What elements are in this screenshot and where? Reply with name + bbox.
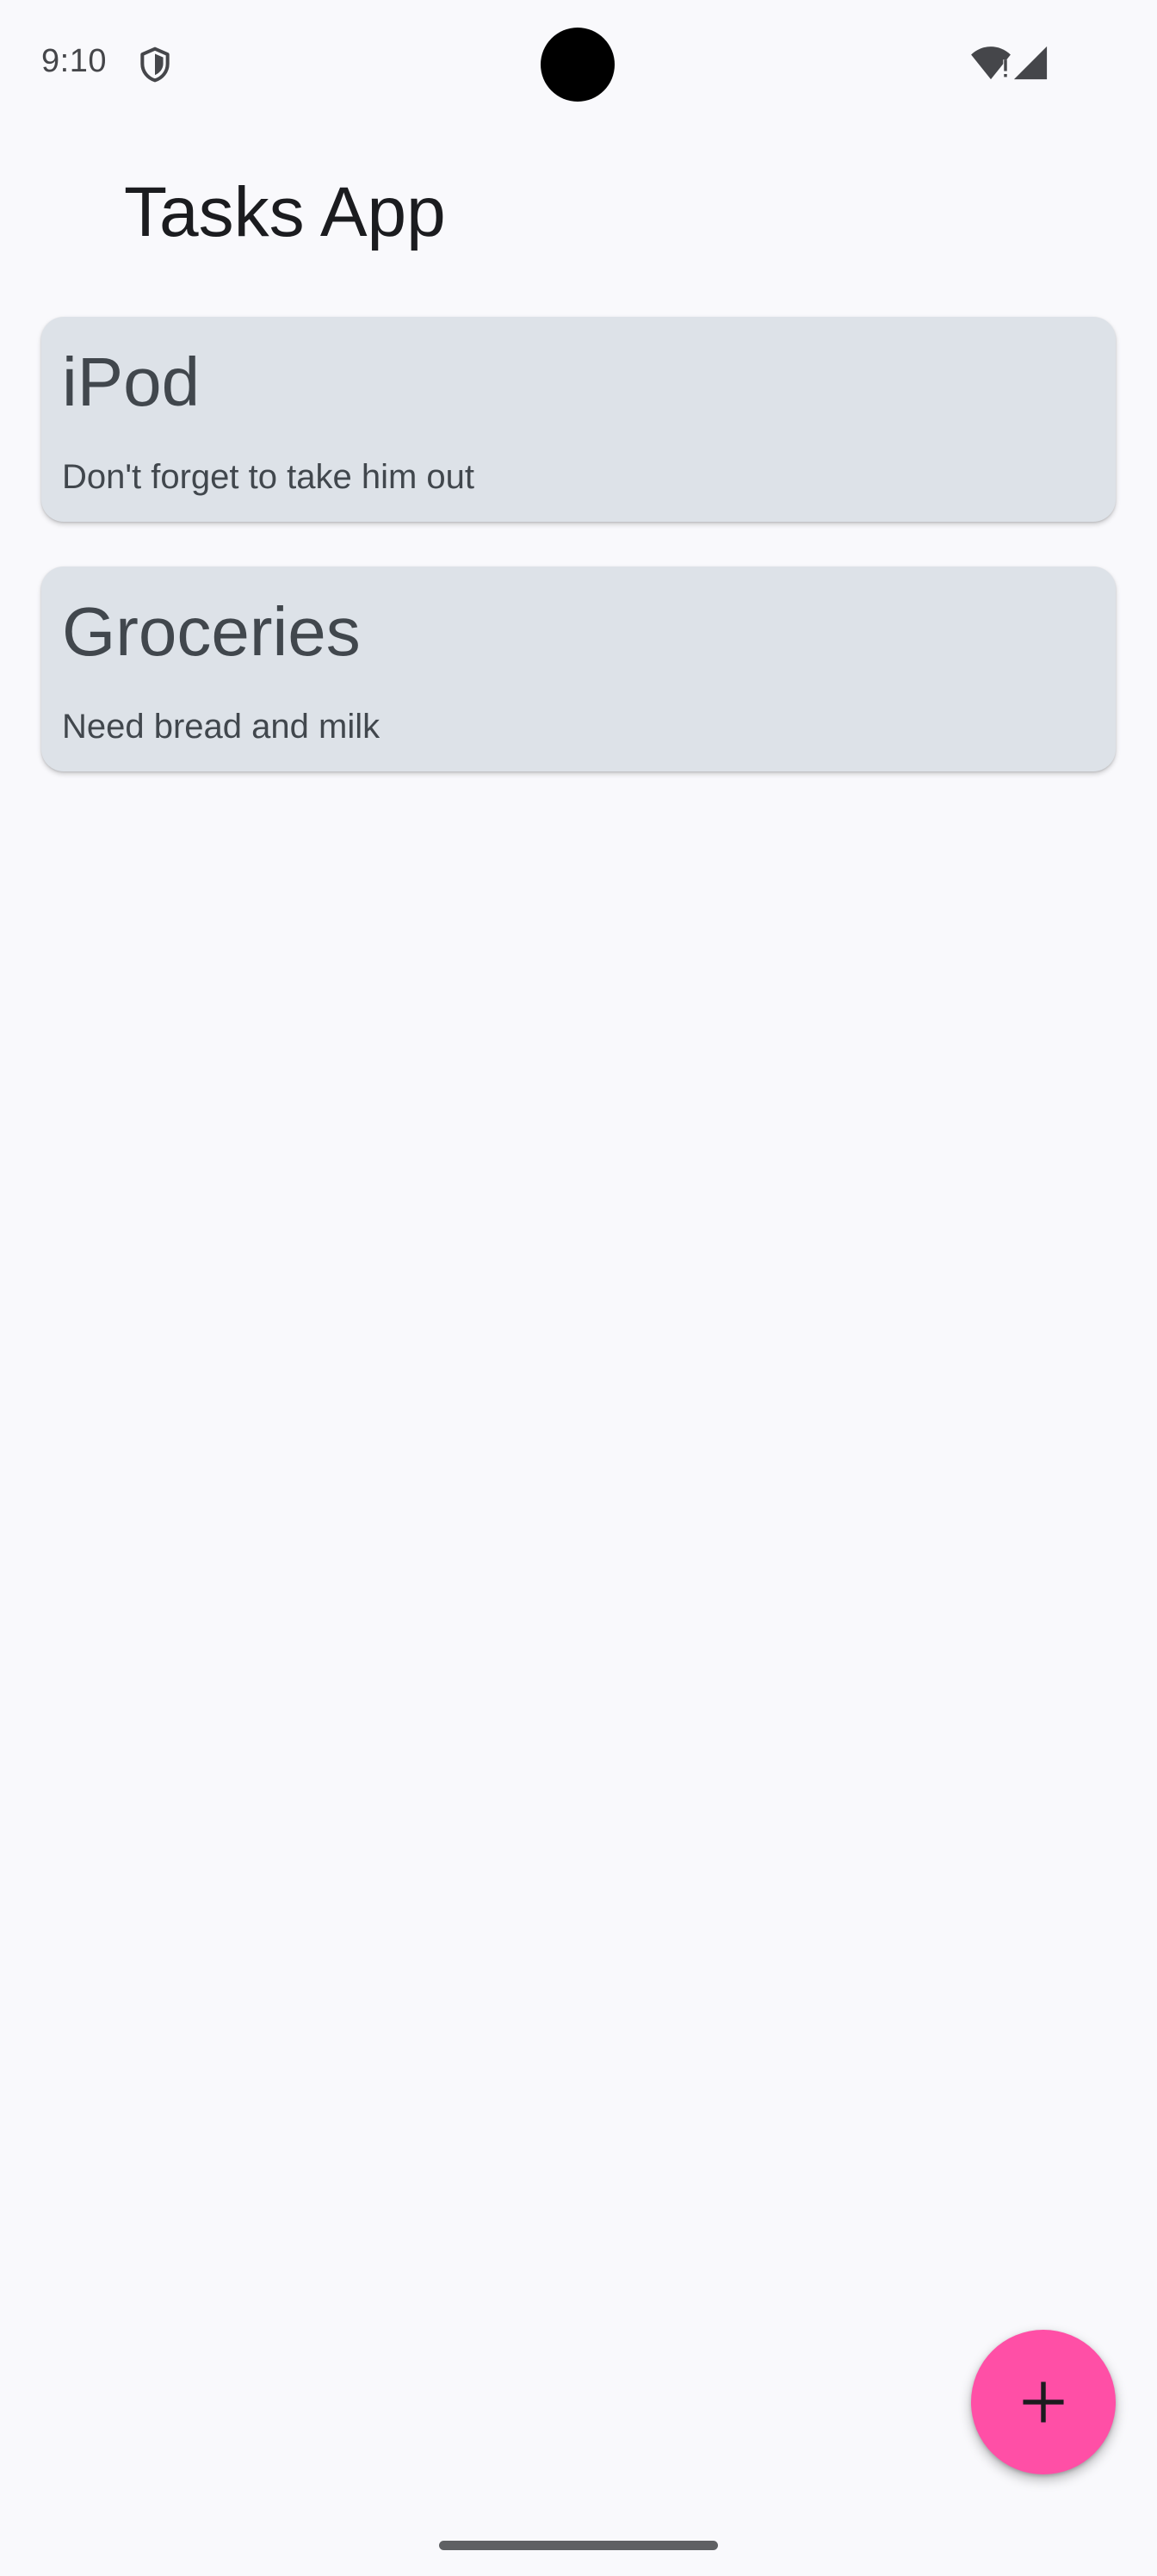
wifi-icon	[971, 46, 1011, 80]
task-card-ipod[interactable]: iPod Don't forget to take him out	[41, 317, 1116, 522]
task-list: iPod Don't forget to take him out Grocer…	[41, 317, 1116, 816]
camera-cutout	[541, 28, 615, 102]
task-title: iPod	[62, 344, 201, 420]
task-description: Don't forget to take him out	[62, 458, 475, 496]
app-title: Tasks App	[124, 173, 446, 251]
shield-icon	[140, 46, 170, 83]
task-title: Groceries	[62, 593, 361, 670]
plus-icon	[1023, 2381, 1064, 2423]
status-time: 9:10	[41, 43, 107, 79]
add-task-button[interactable]	[971, 2330, 1116, 2474]
signal-icon	[1013, 46, 1048, 80]
status-bar: 9:10	[0, 0, 1157, 129]
task-description: Need bread and milk	[62, 708, 381, 746]
gesture-nav-handle[interactable]	[439, 2541, 718, 2550]
task-card-groceries[interactable]: Groceries Need bread and milk	[41, 567, 1116, 771]
